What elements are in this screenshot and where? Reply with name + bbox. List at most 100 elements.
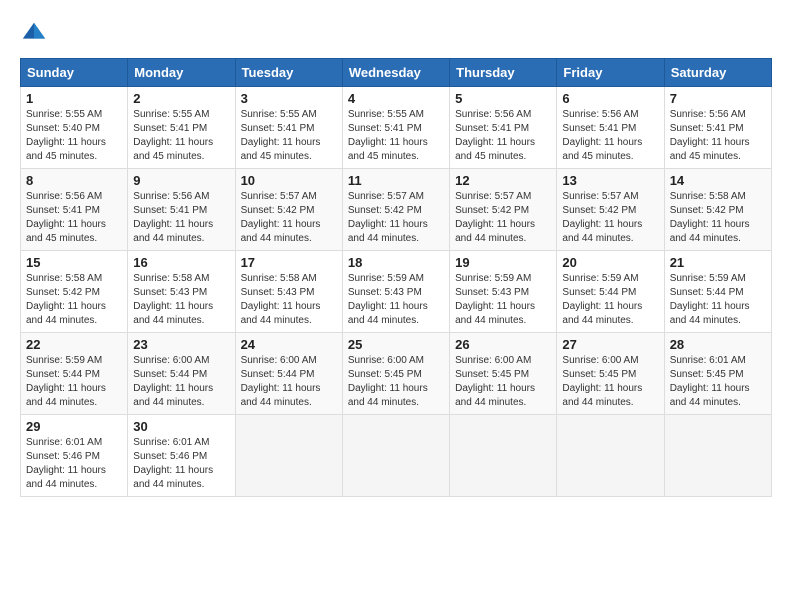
day-info: Sunrise: 5:58 AMSunset: 5:43 PMDaylight:… xyxy=(133,273,213,326)
day-info: Sunrise: 6:00 AMSunset: 5:45 PMDaylight:… xyxy=(562,355,642,408)
calendar-cell xyxy=(664,415,771,497)
calendar-week-row: 15 Sunrise: 5:58 AMSunset: 5:42 PMDaylig… xyxy=(21,251,772,333)
weekday-header-monday: Monday xyxy=(128,59,235,87)
day-number: 21 xyxy=(670,255,766,270)
day-info: Sunrise: 5:57 AMSunset: 5:42 PMDaylight:… xyxy=(562,191,642,244)
day-number: 3 xyxy=(241,91,337,106)
calendar-cell: 2 Sunrise: 5:55 AMSunset: 5:41 PMDayligh… xyxy=(128,87,235,169)
day-number: 12 xyxy=(455,173,551,188)
day-info: Sunrise: 5:59 AMSunset: 5:43 PMDaylight:… xyxy=(348,273,428,326)
calendar-week-row: 22 Sunrise: 5:59 AMSunset: 5:44 PMDaylig… xyxy=(21,333,772,415)
day-info: Sunrise: 6:00 AMSunset: 5:45 PMDaylight:… xyxy=(348,355,428,408)
day-number: 24 xyxy=(241,337,337,352)
calendar-cell: 25 Sunrise: 6:00 AMSunset: 5:45 PMDaylig… xyxy=(342,333,449,415)
calendar-cell: 20 Sunrise: 5:59 AMSunset: 5:44 PMDaylig… xyxy=(557,251,664,333)
calendar-cell: 30 Sunrise: 6:01 AMSunset: 5:46 PMDaylig… xyxy=(128,415,235,497)
day-info: Sunrise: 6:00 AMSunset: 5:44 PMDaylight:… xyxy=(133,355,213,408)
calendar-cell: 6 Sunrise: 5:56 AMSunset: 5:41 PMDayligh… xyxy=(557,87,664,169)
day-number: 2 xyxy=(133,91,229,106)
day-number: 8 xyxy=(26,173,122,188)
day-number: 29 xyxy=(26,419,122,434)
calendar-cell: 8 Sunrise: 5:56 AMSunset: 5:41 PMDayligh… xyxy=(21,169,128,251)
calendar-week-row: 8 Sunrise: 5:56 AMSunset: 5:41 PMDayligh… xyxy=(21,169,772,251)
calendar-cell: 5 Sunrise: 5:56 AMSunset: 5:41 PMDayligh… xyxy=(450,87,557,169)
day-info: Sunrise: 5:56 AMSunset: 5:41 PMDaylight:… xyxy=(133,191,213,244)
calendar-cell: 1 Sunrise: 5:55 AMSunset: 5:40 PMDayligh… xyxy=(21,87,128,169)
calendar-header-row: SundayMondayTuesdayWednesdayThursdayFrid… xyxy=(21,59,772,87)
calendar-cell: 4 Sunrise: 5:55 AMSunset: 5:41 PMDayligh… xyxy=(342,87,449,169)
day-number: 19 xyxy=(455,255,551,270)
weekday-header-thursday: Thursday xyxy=(450,59,557,87)
calendar-cell: 16 Sunrise: 5:58 AMSunset: 5:43 PMDaylig… xyxy=(128,251,235,333)
day-info: Sunrise: 5:55 AMSunset: 5:41 PMDaylight:… xyxy=(133,109,213,162)
day-info: Sunrise: 5:58 AMSunset: 5:42 PMDaylight:… xyxy=(670,191,750,244)
day-info: Sunrise: 5:57 AMSunset: 5:42 PMDaylight:… xyxy=(241,191,321,244)
calendar-table: SundayMondayTuesdayWednesdayThursdayFrid… xyxy=(20,58,772,497)
calendar-cell: 15 Sunrise: 5:58 AMSunset: 5:42 PMDaylig… xyxy=(21,251,128,333)
day-number: 7 xyxy=(670,91,766,106)
day-info: Sunrise: 5:56 AMSunset: 5:41 PMDaylight:… xyxy=(26,191,106,244)
day-number: 14 xyxy=(670,173,766,188)
calendar-week-row: 1 Sunrise: 5:55 AMSunset: 5:40 PMDayligh… xyxy=(21,87,772,169)
day-info: Sunrise: 5:56 AMSunset: 5:41 PMDaylight:… xyxy=(670,109,750,162)
day-number: 15 xyxy=(26,255,122,270)
day-number: 5 xyxy=(455,91,551,106)
day-info: Sunrise: 5:55 AMSunset: 5:41 PMDaylight:… xyxy=(241,109,321,162)
day-info: Sunrise: 5:56 AMSunset: 5:41 PMDaylight:… xyxy=(562,109,642,162)
calendar-cell xyxy=(235,415,342,497)
calendar-cell: 11 Sunrise: 5:57 AMSunset: 5:42 PMDaylig… xyxy=(342,169,449,251)
calendar-cell: 7 Sunrise: 5:56 AMSunset: 5:41 PMDayligh… xyxy=(664,87,771,169)
day-info: Sunrise: 5:55 AMSunset: 5:41 PMDaylight:… xyxy=(348,109,428,162)
calendar-cell: 21 Sunrise: 5:59 AMSunset: 5:44 PMDaylig… xyxy=(664,251,771,333)
day-number: 16 xyxy=(133,255,229,270)
calendar-week-row: 29 Sunrise: 6:01 AMSunset: 5:46 PMDaylig… xyxy=(21,415,772,497)
calendar-cell: 29 Sunrise: 6:01 AMSunset: 5:46 PMDaylig… xyxy=(21,415,128,497)
day-number: 30 xyxy=(133,419,229,434)
day-number: 22 xyxy=(26,337,122,352)
calendar-cell: 24 Sunrise: 6:00 AMSunset: 5:44 PMDaylig… xyxy=(235,333,342,415)
day-number: 6 xyxy=(562,91,658,106)
day-number: 25 xyxy=(348,337,444,352)
calendar-cell: 26 Sunrise: 6:00 AMSunset: 5:45 PMDaylig… xyxy=(450,333,557,415)
day-info: Sunrise: 6:01 AMSunset: 5:46 PMDaylight:… xyxy=(26,437,106,490)
calendar-cell: 9 Sunrise: 5:56 AMSunset: 5:41 PMDayligh… xyxy=(128,169,235,251)
logo xyxy=(20,20,52,48)
calendar-cell xyxy=(450,415,557,497)
weekday-header-saturday: Saturday xyxy=(664,59,771,87)
day-number: 20 xyxy=(562,255,658,270)
day-info: Sunrise: 5:58 AMSunset: 5:42 PMDaylight:… xyxy=(26,273,106,326)
weekday-header-tuesday: Tuesday xyxy=(235,59,342,87)
day-number: 27 xyxy=(562,337,658,352)
day-number: 9 xyxy=(133,173,229,188)
day-info: Sunrise: 5:57 AMSunset: 5:42 PMDaylight:… xyxy=(455,191,535,244)
day-info: Sunrise: 5:56 AMSunset: 5:41 PMDaylight:… xyxy=(455,109,535,162)
page-header xyxy=(20,20,772,48)
day-info: Sunrise: 5:58 AMSunset: 5:43 PMDaylight:… xyxy=(241,273,321,326)
calendar-cell xyxy=(557,415,664,497)
day-number: 13 xyxy=(562,173,658,188)
weekday-header-sunday: Sunday xyxy=(21,59,128,87)
day-number: 10 xyxy=(241,173,337,188)
weekday-header-friday: Friday xyxy=(557,59,664,87)
day-info: Sunrise: 6:01 AMSunset: 5:46 PMDaylight:… xyxy=(133,437,213,490)
day-info: Sunrise: 6:01 AMSunset: 5:45 PMDaylight:… xyxy=(670,355,750,408)
calendar-cell: 13 Sunrise: 5:57 AMSunset: 5:42 PMDaylig… xyxy=(557,169,664,251)
day-info: Sunrise: 5:59 AMSunset: 5:44 PMDaylight:… xyxy=(26,355,106,408)
day-number: 1 xyxy=(26,91,122,106)
day-info: Sunrise: 6:00 AMSunset: 5:44 PMDaylight:… xyxy=(241,355,321,408)
calendar-cell: 19 Sunrise: 5:59 AMSunset: 5:43 PMDaylig… xyxy=(450,251,557,333)
calendar-cell: 18 Sunrise: 5:59 AMSunset: 5:43 PMDaylig… xyxy=(342,251,449,333)
day-info: Sunrise: 5:59 AMSunset: 5:44 PMDaylight:… xyxy=(670,273,750,326)
calendar-cell: 27 Sunrise: 6:00 AMSunset: 5:45 PMDaylig… xyxy=(557,333,664,415)
day-info: Sunrise: 5:59 AMSunset: 5:44 PMDaylight:… xyxy=(562,273,642,326)
day-info: Sunrise: 5:57 AMSunset: 5:42 PMDaylight:… xyxy=(348,191,428,244)
day-number: 11 xyxy=(348,173,444,188)
day-number: 26 xyxy=(455,337,551,352)
calendar-cell: 12 Sunrise: 5:57 AMSunset: 5:42 PMDaylig… xyxy=(450,169,557,251)
calendar-cell: 28 Sunrise: 6:01 AMSunset: 5:45 PMDaylig… xyxy=(664,333,771,415)
logo-icon xyxy=(20,20,48,48)
calendar-cell: 23 Sunrise: 6:00 AMSunset: 5:44 PMDaylig… xyxy=(128,333,235,415)
calendar-cell: 10 Sunrise: 5:57 AMSunset: 5:42 PMDaylig… xyxy=(235,169,342,251)
calendar-cell: 3 Sunrise: 5:55 AMSunset: 5:41 PMDayligh… xyxy=(235,87,342,169)
calendar-cell: 14 Sunrise: 5:58 AMSunset: 5:42 PMDaylig… xyxy=(664,169,771,251)
